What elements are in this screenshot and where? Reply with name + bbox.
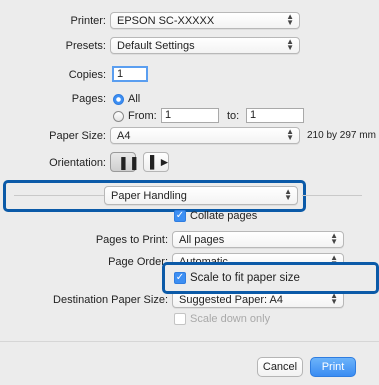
destination-value: Suggested Paper: A4 bbox=[179, 294, 283, 306]
pages-to-label: to: bbox=[227, 110, 240, 122]
copies-field[interactable]: 1 bbox=[112, 66, 148, 82]
orientation-portrait-button[interactable]: ❚❚ bbox=[110, 152, 140, 172]
pages-from-field[interactable]: 1 bbox=[161, 108, 219, 123]
presets-value: Default Settings bbox=[117, 40, 195, 52]
pages-to-print-select[interactable]: All pages ▲ ▼ bbox=[172, 231, 344, 248]
scale-fit-checkbox[interactable]: ✓ bbox=[174, 272, 186, 284]
updown-arrows-icon: ▲▼ bbox=[330, 231, 338, 246]
pages-to-print-label: Pages to Print: bbox=[95, 234, 168, 246]
orientation-label: Orientation: bbox=[49, 157, 106, 169]
updown-arrows-icon: ▲▼ bbox=[286, 127, 294, 142]
presets-select[interactable]: Default Settings ▲ ▼ bbox=[110, 37, 300, 54]
page-order-label: Page Order: bbox=[108, 256, 168, 268]
section-menu-value: Paper Handling bbox=[111, 190, 187, 202]
printer-value: EPSON SC-XXXXX bbox=[117, 15, 215, 27]
printer-select[interactable]: EPSON SC-XXXXX ▲ ▼ bbox=[110, 12, 300, 29]
updown-arrows-icon: ▲▼ bbox=[286, 37, 294, 52]
destination-label: Destination Paper Size: bbox=[53, 294, 168, 306]
landscape-person-icon: ▌► bbox=[150, 155, 171, 169]
print-button[interactable]: Print bbox=[310, 357, 356, 377]
copies-label: Copies: bbox=[68, 69, 106, 81]
pages-from-radio[interactable] bbox=[113, 111, 124, 122]
updown-arrows-icon: ▲▼ bbox=[286, 12, 294, 27]
pages-to-field[interactable]: 1 bbox=[246, 108, 304, 123]
portrait-person-icon: ❚❚ bbox=[118, 155, 140, 170]
printer-label: Printer: bbox=[70, 15, 106, 27]
collate-label: Collate pages bbox=[190, 210, 258, 222]
paper-size-value: A4 bbox=[117, 130, 131, 142]
paper-size-dims: 210 by 297 mm bbox=[307, 130, 376, 141]
scale-down-label: Scale down only bbox=[190, 313, 271, 325]
divider-right bbox=[302, 195, 362, 196]
updown-arrows-icon: ▲▼ bbox=[330, 291, 338, 306]
paper-size-select[interactable]: A4 ▲ ▼ bbox=[110, 127, 300, 144]
divider-left bbox=[14, 195, 104, 196]
pages-all-label: All bbox=[128, 93, 141, 105]
bottom-divider bbox=[0, 341, 379, 342]
pages-label: Pages: bbox=[71, 93, 106, 105]
orientation-landscape-button[interactable]: ▌► bbox=[143, 152, 171, 172]
pages-to-print-value: All pages bbox=[179, 234, 225, 246]
collate-checkbox[interactable]: ✓ bbox=[174, 210, 186, 222]
cancel-button[interactable]: Cancel bbox=[257, 357, 303, 377]
paper-size-label: Paper Size: bbox=[49, 130, 106, 142]
pages-from-label: From: bbox=[128, 110, 157, 122]
scale-fit-label: Scale to fit paper size bbox=[190, 272, 300, 284]
scale-down-checkbox[interactable] bbox=[174, 313, 186, 325]
pages-all-radio[interactable] bbox=[113, 94, 124, 105]
updown-arrows-icon: ▲▼ bbox=[284, 187, 292, 202]
presets-label: Presets: bbox=[65, 40, 106, 52]
section-menu-select[interactable]: Paper Handling ▲ ▼ bbox=[104, 186, 298, 205]
